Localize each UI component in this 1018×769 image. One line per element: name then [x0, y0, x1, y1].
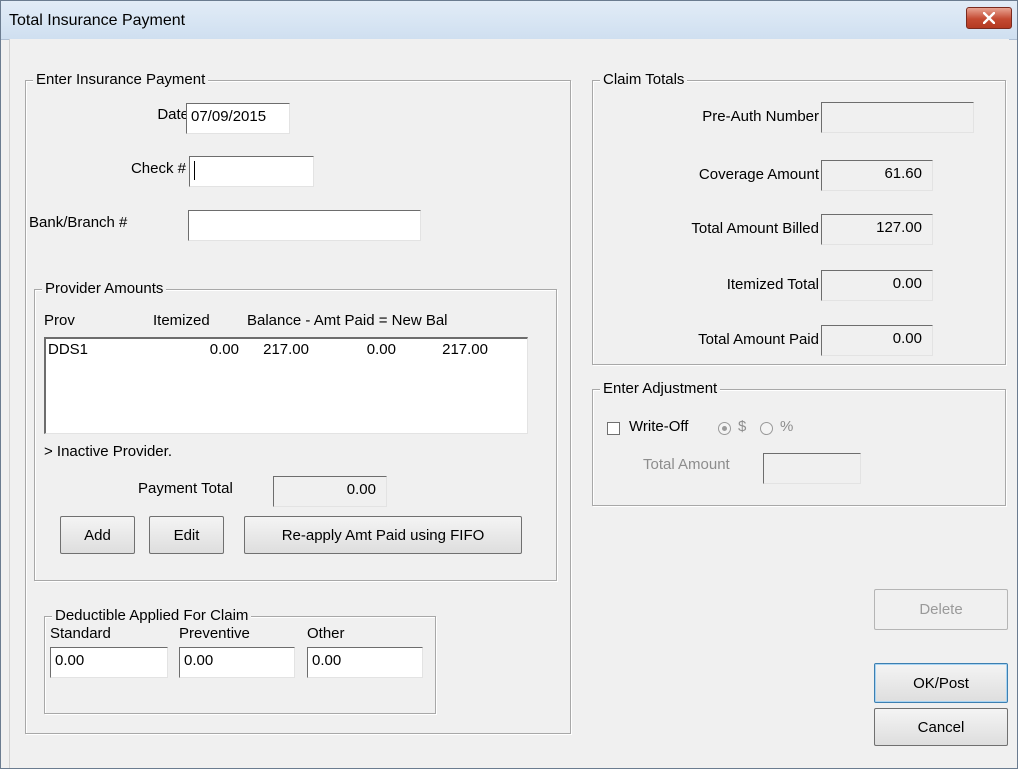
standard-label: Standard: [50, 625, 111, 642]
claim-totals-legend: Claim Totals: [600, 71, 688, 88]
cancel-button[interactable]: Cancel: [874, 708, 1008, 746]
other-label: Other: [307, 625, 345, 642]
preventive-field[interactable]: 0.00: [179, 647, 295, 678]
provider-amounts-group: Provider Amounts Prov Itemized Balance -…: [34, 280, 557, 581]
title-bar[interactable]: Total Insurance Payment: [1, 1, 1017, 40]
preventive-label: Preventive: [179, 625, 250, 642]
other-field[interactable]: 0.00: [307, 647, 423, 678]
bank-branch-label: Bank/Branch #: [29, 214, 128, 231]
preauth-field: [821, 102, 974, 133]
deductible-group: Deductible Applied For Claim Standard Pr…: [44, 607, 436, 714]
close-icon: [983, 12, 995, 24]
total-billed-label: Total Amount Billed: [691, 220, 819, 237]
itemized-total-field: 0.00: [821, 270, 933, 301]
enter-insurance-payment-group: Enter Insurance Payment Date 07/09/2015 …: [25, 71, 571, 734]
write-off-label: Write-Off: [629, 418, 689, 435]
payment-total-label: Payment Total: [138, 480, 233, 497]
write-off-checkbox[interactable]: [607, 422, 620, 435]
list-item[interactable]: DDS1 0.00 217.00 0.00 217.00: [46, 341, 527, 363]
row-itemized: 0.00: [209, 341, 239, 358]
total-billed-field: 127.00: [821, 214, 933, 245]
check-field[interactable]: [189, 156, 314, 187]
col-header-itemized: Itemized: [153, 312, 210, 329]
total-amount-field[interactable]: [763, 453, 861, 484]
dollar-radio-label: $: [738, 418, 747, 435]
dialog-window: Total Insurance Payment Enter Insurance …: [0, 0, 1018, 769]
window-title: Total Insurance Payment: [9, 12, 186, 29]
close-button[interactable]: [966, 7, 1012, 29]
deductible-legend: Deductible Applied For Claim: [52, 607, 252, 624]
claim-totals-group: Claim Totals Pre-Auth Number Coverage Am…: [592, 71, 1006, 365]
inactive-provider-note: > Inactive Provider.: [44, 443, 172, 460]
coverage-amount-field: 61.60: [821, 160, 933, 191]
enter-insurance-payment-legend: Enter Insurance Payment: [33, 71, 209, 88]
add-button[interactable]: Add: [60, 516, 135, 554]
enter-adjustment-group: Enter Adjustment Write-Off $ % Total Amo…: [592, 380, 1006, 506]
total-paid-field: 0.00: [821, 325, 933, 356]
provider-amounts-list[interactable]: DDS1 0.00 217.00 0.00 217.00: [44, 337, 528, 434]
enter-adjustment-legend: Enter Adjustment: [600, 380, 721, 397]
dialog-client: Enter Insurance Payment Date 07/09/2015 …: [9, 39, 1009, 768]
payment-total-field: 0.00: [273, 476, 387, 507]
preauth-label: Pre-Auth Number: [702, 108, 819, 125]
date-label: Date: [157, 106, 189, 123]
total-amount-label: Total Amount: [643, 456, 730, 473]
itemized-total-label: Itemized Total: [726, 276, 819, 293]
delete-button[interactable]: Delete: [874, 589, 1008, 630]
edit-button[interactable]: Edit: [149, 516, 224, 554]
text-caret: [194, 161, 195, 180]
col-header-prov: Prov: [44, 312, 75, 329]
coverage-amount-label: Coverage Amount: [698, 166, 819, 183]
reapply-fifo-button[interactable]: Re-apply Amt Paid using FIFO: [244, 516, 522, 554]
check-label: Check #: [130, 160, 186, 177]
total-paid-label: Total Amount Paid: [698, 331, 819, 348]
date-field[interactable]: 07/09/2015: [186, 103, 290, 134]
row-amt-paid: 0.00: [366, 341, 396, 358]
bank-branch-field[interactable]: [188, 210, 421, 241]
dollar-radio[interactable]: [718, 422, 731, 435]
row-new-bal: 217.00: [442, 341, 488, 358]
percent-radio[interactable]: [760, 422, 773, 435]
percent-radio-label: %: [780, 418, 794, 435]
col-header-balance-amt-paid-new-bal: Balance - Amt Paid = New Bal: [247, 312, 448, 329]
provider-amounts-legend: Provider Amounts: [42, 280, 167, 297]
row-balance: 217.00: [263, 341, 309, 358]
standard-field[interactable]: 0.00: [50, 647, 168, 678]
ok-post-button[interactable]: OK/Post: [874, 663, 1008, 703]
row-prov: DDS1: [48, 341, 89, 358]
